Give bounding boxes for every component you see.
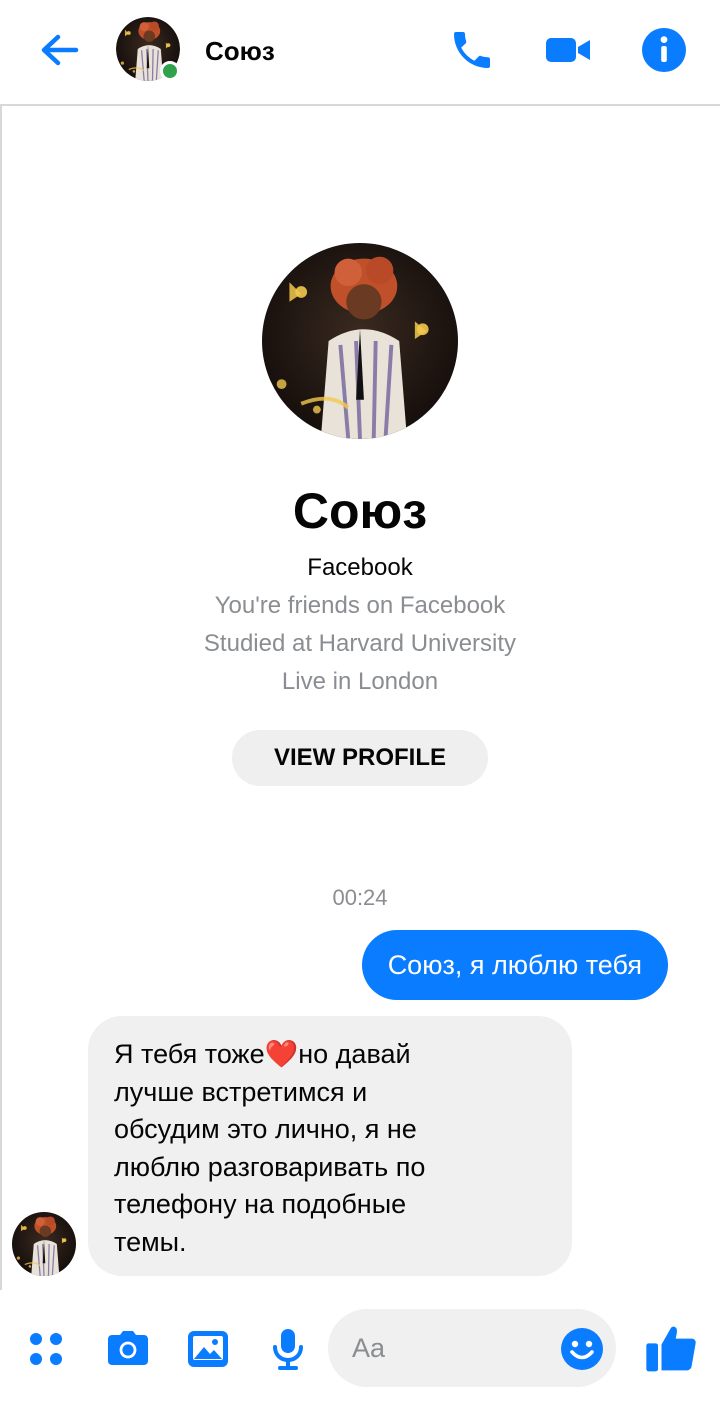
back-button[interactable]	[36, 28, 84, 72]
like-button[interactable]	[644, 1320, 700, 1376]
message-input-placeholder: Aa	[352, 1333, 386, 1363]
voice-message-button[interactable]	[264, 1325, 312, 1373]
video-camera-icon	[546, 38, 590, 62]
gallery-button[interactable]	[184, 1325, 232, 1373]
profile-name: Союз	[292, 483, 428, 539]
emoji-button[interactable]	[558, 1325, 606, 1373]
apps-icon	[30, 1333, 62, 1365]
outgoing-message-bubble[interactable]: Союз, я люблю тебя	[361, 930, 668, 1000]
video-call-button[interactable]	[544, 26, 592, 74]
message-input[interactable]: Aa	[328, 1309, 616, 1387]
message-timestamp: 00:24	[332, 885, 388, 910]
online-status-dot	[160, 61, 180, 81]
conversation-info-button[interactable]	[640, 26, 688, 74]
view-profile-button[interactable]: VIEW PROFILE	[232, 730, 488, 786]
microphone-icon	[273, 1329, 303, 1370]
left-border	[0, 0, 2, 1404]
camera-icon	[108, 1331, 148, 1365]
incoming-message-bubble[interactable]: Я тебя тоже❤️но давай лучше встретимся и…	[88, 1016, 572, 1276]
camera-button[interactable]	[104, 1325, 152, 1373]
profile-detail-friends: You're friends on Facebook	[214, 592, 506, 619]
apps-button[interactable]	[24, 1325, 72, 1373]
emoji-icon	[561, 1328, 603, 1370]
profile-avatar[interactable]	[262, 243, 458, 439]
phone-icon	[454, 32, 490, 68]
gallery-icon	[188, 1331, 228, 1367]
profile-source: Facebook	[307, 554, 413, 581]
profile-detail-education: Studied at Harvard University	[203, 630, 517, 657]
profile-detail-location: Live in London	[281, 668, 439, 695]
sender-avatar[interactable]	[12, 1212, 76, 1276]
thumbs-up-icon	[646, 1326, 696, 1372]
info-icon	[642, 28, 686, 72]
voice-call-button[interactable]	[448, 26, 496, 74]
conversation-header: Союз	[0, 0, 720, 106]
back-arrow-icon	[41, 34, 79, 66]
contact-name[interactable]: Союз	[205, 36, 275, 67]
contact-avatar[interactable]	[116, 17, 180, 81]
